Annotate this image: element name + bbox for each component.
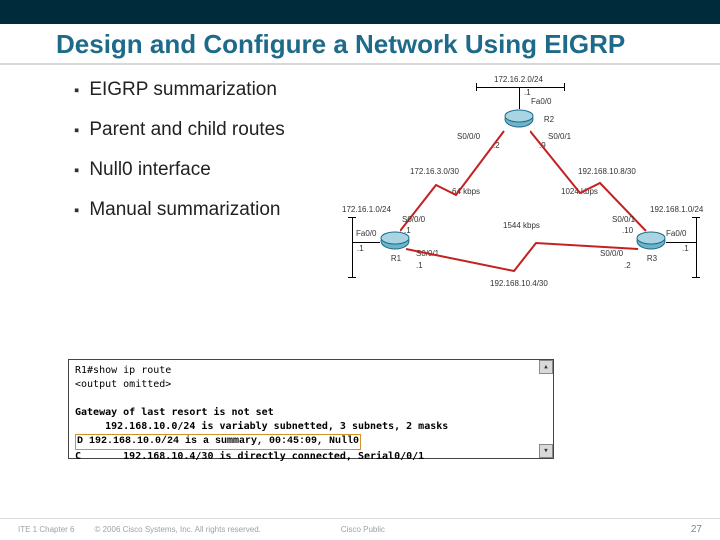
label-dot: .1 bbox=[357, 244, 364, 253]
terminal-line: Gateway of last resort is not set bbox=[75, 406, 547, 420]
router-label: R1 bbox=[386, 254, 406, 263]
label-fa00: Fa0/0 bbox=[531, 97, 551, 106]
footer: ITE 1 Chapter 6 © 2006 Cisco Systems, In… bbox=[0, 518, 720, 540]
terminal-line: <output omitted> bbox=[75, 378, 547, 392]
network-diagram: 172.16.2.0/24 Fa0/0 .1 R2 S0/0/0 S0/0/1 … bbox=[344, 79, 716, 339]
label-s001: S0/0/1 bbox=[612, 215, 635, 224]
terminal-window: R1#show ip route <output omitted> Gatewa… bbox=[68, 359, 554, 459]
diagram-line bbox=[352, 217, 353, 277]
scroll-up-icon[interactable]: ▴ bbox=[539, 360, 553, 374]
label-fa00: Fa0/0 bbox=[666, 229, 686, 238]
terminal-line: R1#show ip route bbox=[75, 364, 547, 378]
scroll-down-icon[interactable]: ▾ bbox=[539, 444, 553, 458]
footer-chapter: ITE 1 Chapter 6 bbox=[18, 525, 74, 534]
label-dot: .1 bbox=[524, 88, 531, 97]
diagram-line bbox=[476, 87, 564, 88]
label-bw-bottom: 1544 kbps bbox=[503, 221, 540, 230]
router-label: R2 bbox=[539, 115, 559, 124]
page-number: 27 bbox=[691, 524, 702, 535]
router-icon bbox=[636, 231, 666, 251]
footer-copyright: © 2006 Cisco Systems, Inc. All rights re… bbox=[94, 525, 260, 534]
label-net-right: 192.168.1.0/24 bbox=[650, 205, 703, 214]
serial-link bbox=[406, 237, 640, 277]
label-dot: .1 bbox=[682, 244, 689, 253]
top-bar bbox=[0, 0, 720, 24]
router-icon bbox=[504, 109, 534, 129]
diagram-line bbox=[692, 277, 700, 278]
diagram-line bbox=[692, 217, 700, 218]
page-title: Design and Configure a Network Using EIG… bbox=[56, 30, 720, 59]
terminal-line bbox=[75, 392, 547, 406]
label-net-left: 172.16.1.0/24 bbox=[342, 205, 391, 214]
diagram-line bbox=[476, 83, 477, 91]
diagram-line bbox=[666, 242, 696, 243]
terminal-line: 192.168.10.0/24 is variably subnetted, 3… bbox=[75, 420, 547, 434]
label-dot: .10 bbox=[622, 226, 633, 235]
diagram-line bbox=[348, 217, 356, 218]
diagram-line bbox=[564, 83, 565, 91]
label-net-bottom: 192.168.10.4/30 bbox=[490, 279, 548, 288]
footer-label: Cisco Public bbox=[341, 525, 385, 534]
terminal-line: C 192.168.10.4/30 is directly connected,… bbox=[75, 450, 547, 464]
diagram-line bbox=[696, 217, 697, 277]
diagram-line bbox=[352, 242, 380, 243]
terminal-line-highlight: D 192.168.10.0/24 is a summary, 00:45:09… bbox=[75, 434, 547, 450]
content: EIGRP summarization Parent and child rou… bbox=[0, 79, 720, 509]
router-label: R3 bbox=[642, 254, 662, 263]
title-wrap: Design and Configure a Network Using EIG… bbox=[0, 24, 720, 65]
label-fa00: Fa0/0 bbox=[356, 229, 376, 238]
label-net-top: 172.16.2.0/24 bbox=[494, 75, 543, 84]
diagram-line bbox=[519, 87, 520, 109]
label-s000: S0/0/0 bbox=[402, 215, 425, 224]
label-dot: .1 bbox=[404, 226, 411, 235]
diagram-line bbox=[348, 277, 356, 278]
